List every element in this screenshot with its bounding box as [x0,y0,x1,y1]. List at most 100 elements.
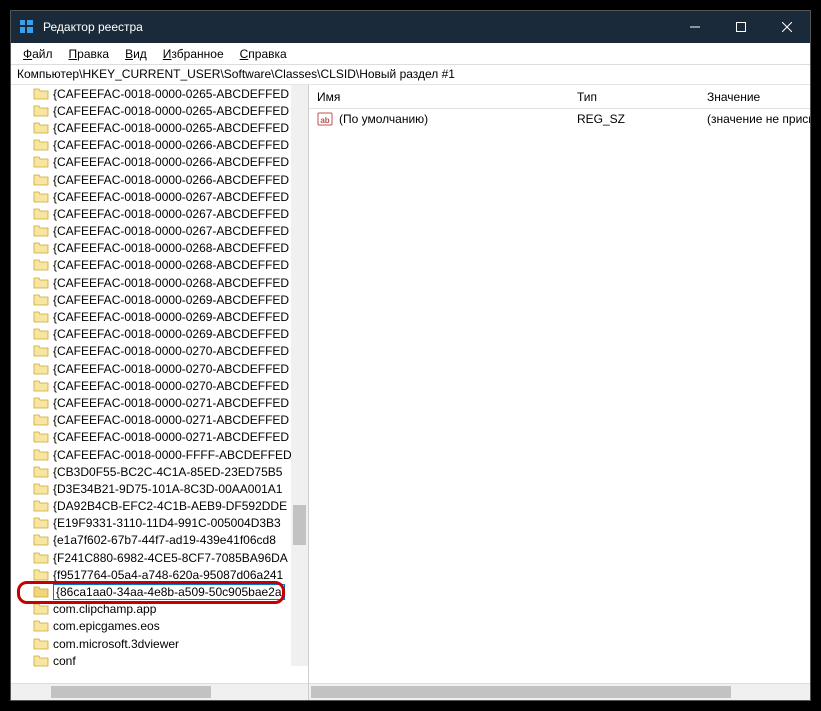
tree-item[interactable]: {CAFEEFAC-0018-0000-0267-ABCDEFFED [15,205,308,222]
tree-item[interactable]: conf [15,652,308,669]
tree-item[interactable]: {D3E34B21-9D75-101A-8C3D-00AA001A1 [15,480,308,497]
folder-icon [33,155,49,169]
folder-icon [33,482,49,496]
tree-item-label: {DA92B4CB-EFC2-4C1B-AEB9-DF592DDE [53,499,287,513]
tree-item[interactable]: {CAFEEFAC-0018-0000-0266-ABCDEFFED [15,154,308,171]
values-pane: Имя Тип Значение ab (По умолчанию)REG_SZ… [309,85,810,700]
value-name: (По умолчанию) [339,112,428,126]
tree-item[interactable]: {CAFEEFAC-0018-0000-0269-ABCDEFFED [15,291,308,308]
maximize-button[interactable] [718,11,764,43]
titlebar[interactable]: Редактор реестра [11,11,810,43]
menu-file[interactable]: Файл [15,45,61,63]
tree-item-label: com.microsoft.3dviewer [53,637,179,651]
tree-item-label: {CAFEEFAC-0018-0000-0269-ABCDEFFED [53,310,289,324]
menu-help[interactable]: Справка [232,45,295,63]
values-hscroll-thumb[interactable] [311,686,731,698]
tree-item[interactable]: {CAFEEFAC-0018-0000-0271-ABCDEFFED [15,394,308,411]
col-header-name[interactable]: Имя [309,86,569,108]
tree-scroll[interactable]: {CAFEEFAC-0018-0000-0265-ABCDEFFED {CAFE… [11,85,308,683]
tree-item-label: {CAFEEFAC-0018-0000-0270-ABCDEFFED [53,362,289,376]
folder-icon [33,379,49,393]
tree-item-label: {F241C880-6982-4CE5-8CF7-7085BA96DA [53,551,288,565]
tree-item[interactable]: {CAFEEFAC-0018-0000-0266-ABCDEFFED [15,171,308,188]
tree-item[interactable]: com.epicgames.eos [15,618,308,635]
folder-icon [33,430,49,444]
tree-item[interactable]: {CAFEEFAC-0018-0000-0271-ABCDEFFED [15,412,308,429]
tree-item-label: {CAFEEFAC-0018-0000-0266-ABCDEFFED [53,155,289,169]
values-list[interactable]: ab (По умолчанию)REG_SZ(значение не прис… [309,109,810,683]
tree-item-label: {CAFEEFAC-0018-0000-0266-ABCDEFFED [53,138,289,152]
content-area: {CAFEEFAC-0018-0000-0265-ABCDEFFED {CAFE… [11,85,810,700]
window-title: Редактор реестра [43,20,672,34]
folder-icon [33,602,49,616]
folder-icon [33,499,49,513]
tree-item[interactable]: {F241C880-6982-4CE5-8CF7-7085BA96DA [15,549,308,566]
tree-item-label: {CAFEEFAC-0018-0000-0269-ABCDEFFED [53,327,289,341]
tree-item[interactable]: {CAFEEFAC-0018-0000-0265-ABCDEFFED [15,102,308,119]
folder-icon [33,190,49,204]
tree-item[interactable]: {CAFEEFAC-0018-0000-0268-ABCDEFFED [15,240,308,257]
col-header-value[interactable]: Значение [699,86,810,108]
close-button[interactable] [764,11,810,43]
tree-item[interactable]: {CB3D0F55-BC2C-4C1A-85ED-23ED75B5 [15,463,308,480]
values-horizontal-scrollbar[interactable] [309,683,810,700]
folder-icon [33,344,49,358]
tree-item[interactable]: {CAFEEFAC-0018-0000-0271-ABCDEFFED [15,429,308,446]
tree-item[interactable]: {CAFEEFAC-0018-0000-0265-ABCDEFFED [15,85,308,102]
tree-item[interactable]: {f9517764-05a4-a748-620a-95087d06a241 [15,566,308,583]
tree-item[interactable]: {E19F9331-3110-11D4-991C-005004D3B3 [15,515,308,532]
tree-item-label: {CAFEEFAC-0018-0000-0268-ABCDEFFED [53,276,289,290]
col-header-type[interactable]: Тип [569,86,699,108]
folder-icon [33,276,49,290]
tree-item[interactable]: com.clipchamp.app [15,601,308,618]
tree-item[interactable]: {CAFEEFAC-0018-0000-0270-ABCDEFFED [15,343,308,360]
tree-pane: {CAFEEFAC-0018-0000-0265-ABCDEFFED {CAFE… [11,85,309,700]
tree-item[interactable]: com.microsoft.3dviewer [15,635,308,652]
menu-edit[interactable]: Правка [61,45,118,63]
folder-icon [33,173,49,187]
folder-icon [33,619,49,633]
tree-item[interactable]: {CAFEEFAC-0018-0000-0270-ABCDEFFED [15,377,308,394]
tree-item-label: com.clipchamp.app [53,602,156,616]
tree-horizontal-scrollbar[interactable] [11,683,308,700]
tree-item[interactable]: {CAFEEFAC-0018-0000-0267-ABCDEFFED [15,223,308,240]
tree-item-label: {f9517764-05a4-a748-620a-95087d06a241 [53,568,283,582]
tree-item[interactable]: {CAFEEFAC-0018-0000-0270-ABCDEFFED [15,360,308,377]
column-headers: Имя Тип Значение [309,85,810,109]
tree-item[interactable]: {CAFEEFAC-0018-0000-0267-ABCDEFFED [15,188,308,205]
address-bar[interactable]: Компьютер\HKEY_CURRENT_USER\Software\Cla… [11,65,810,85]
folder-icon [33,396,49,410]
folder-icon [33,121,49,135]
tree-item[interactable]: {86ca1aa0-34aa-4e8b-a509-50c905bae2a [15,583,308,600]
value-row[interactable]: ab (По умолчанию)REG_SZ(значение не прис… [309,109,810,129]
tree-item[interactable]: {CAFEEFAC-0018-0000-FFFF-ABCDEFFED [15,446,308,463]
tree-item-label: {CAFEEFAC-0018-0000-0265-ABCDEFFED [53,121,289,135]
tree-item[interactable]: {CAFEEFAC-0018-0000-0268-ABCDEFFED [15,274,308,291]
value-type: REG_SZ [569,110,699,128]
tree-item-label: {CB3D0F55-BC2C-4C1A-85ED-23ED75B5 [53,465,282,479]
tree-item[interactable]: {CAFEEFAC-0018-0000-0268-ABCDEFFED [15,257,308,274]
folder-icon [33,224,49,238]
tree-vertical-scrollbar[interactable] [291,85,308,666]
tree-item-label: {CAFEEFAC-0018-0000-0267-ABCDEFFED [53,224,289,238]
tree-hscroll-thumb[interactable] [51,686,211,698]
tree-item-label: conf [53,654,76,668]
menu-favorites[interactable]: Избранное [155,45,232,63]
tree-vscroll-thumb[interactable] [293,505,306,545]
tree-item[interactable]: {CAFEEFAC-0018-0000-0265-ABCDEFFED [15,119,308,136]
tree-item[interactable]: {e1a7f602-67b7-44f7-ad19-439e41f06cd8 [15,532,308,549]
tree-item-label: {86ca1aa0-34aa-4e8b-a509-50c905bae2a [53,584,285,600]
folder-icon [33,585,49,599]
tree-item[interactable]: {CAFEEFAC-0018-0000-0269-ABCDEFFED [15,308,308,325]
folder-icon [33,533,49,547]
folder-icon [33,207,49,221]
tree-item-label: {CAFEEFAC-0018-0000-0269-ABCDEFFED [53,293,289,307]
menu-view[interactable]: Вид [117,45,155,63]
tree-item[interactable]: {DA92B4CB-EFC2-4C1B-AEB9-DF592DDE [15,498,308,515]
tree-item-label: {CAFEEFAC-0018-0000-0265-ABCDEFFED [53,87,289,101]
tree-item-label: com.epicgames.eos [53,619,160,633]
tree-item[interactable]: {CAFEEFAC-0018-0000-0266-ABCDEFFED [15,137,308,154]
tree-item[interactable]: {CAFEEFAC-0018-0000-0269-ABCDEFFED [15,326,308,343]
tree-item-label: {CAFEEFAC-0018-0000-0271-ABCDEFFED [53,413,289,427]
minimize-button[interactable] [672,11,718,43]
